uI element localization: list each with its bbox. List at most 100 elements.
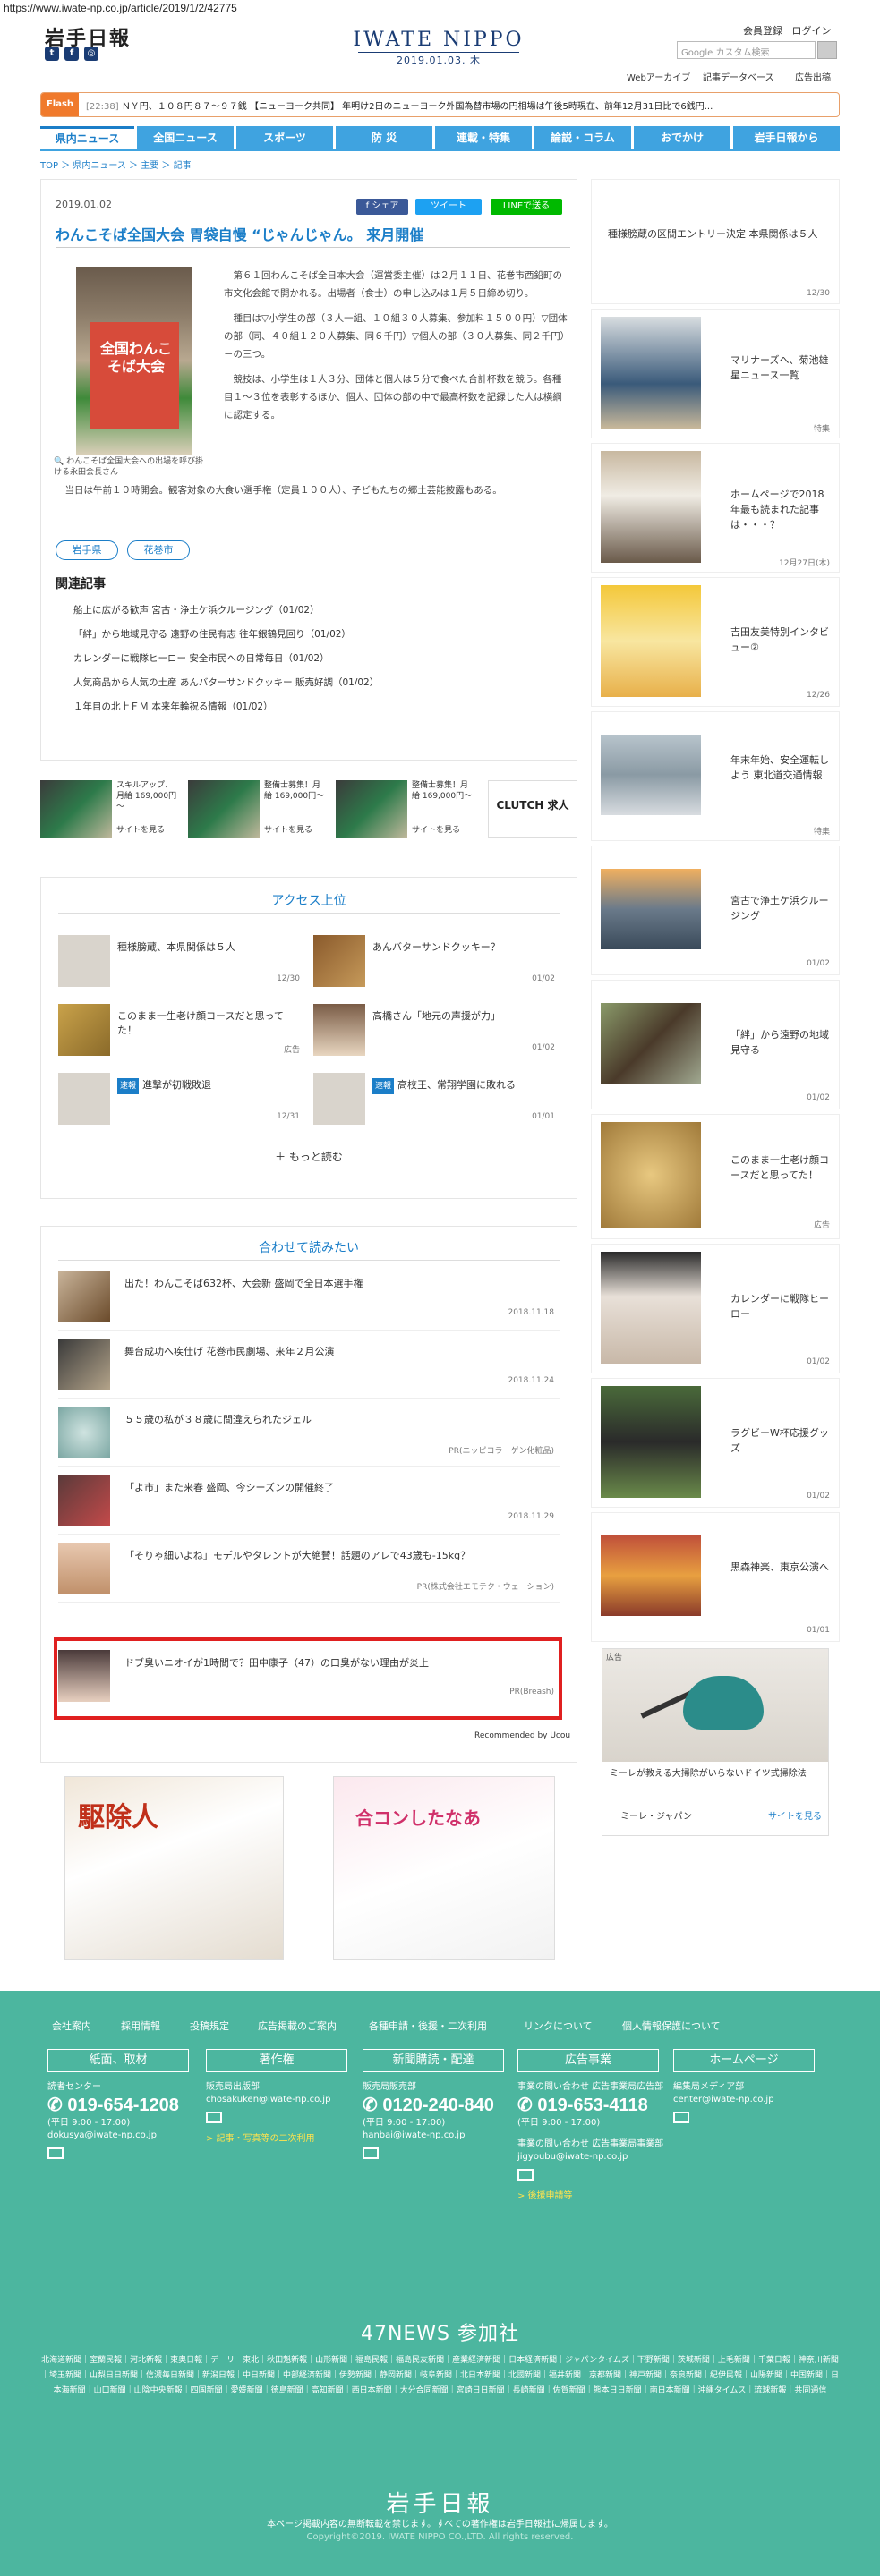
search-button[interactable] <box>817 41 837 59</box>
rank-text[interactable]: 高橋さん「地元の声援が力」 <box>372 1009 551 1024</box>
ad-thumb-clutch[interactable]: CLUTCH 求人 <box>488 780 577 838</box>
side-text[interactable]: ホームページで2018年最も読まれた記事は・・・？ <box>730 487 831 532</box>
register-link[interactable]: 会員登録 <box>743 25 782 37</box>
rank-item[interactable]: 高橋さん「地元の声援が力」 01/02 <box>313 1004 555 1058</box>
email[interactable]: chosakuken@iwate-np.co.jp <box>206 2094 358 2106</box>
ad-site-button[interactable]: サイトを見る <box>264 823 312 835</box>
line-share-button[interactable]: LINEで送る <box>491 199 562 215</box>
tab-series[interactable]: 連載・特集 <box>435 126 532 149</box>
phone-number[interactable]: ✆ 0120-240-840 <box>363 2094 515 2117</box>
brand-wordmark[interactable]: IWATE NIPPO <box>349 29 528 51</box>
side-text[interactable]: 宮古で浄土ケ浜クルージング <box>730 893 831 923</box>
side-ad-text[interactable]: ミーレが教える大掃除がいらないドイツ式掃除法 <box>610 1767 824 1781</box>
side-text[interactable]: 年末年始、安全運転しよう 東北道交通情報 <box>730 752 831 783</box>
recommend-item[interactable]: 「よ市」また来春 盛岡、今シーズンの開催終了 2018.11.29 <box>58 1467 560 1535</box>
footer-logo[interactable]: 岩手日報 <box>0 2486 880 2519</box>
related-link[interactable]: 「絆」から地域見守る 遠野の住民有志 往年銀鶴見回り（01/02） <box>73 627 351 641</box>
recommend-text[interactable]: 舞台成功へ疾仕げ 花巻市民劇場、来年２月公演 <box>124 1344 554 1358</box>
flash-text[interactable]: [22:38] ＮＹ円、１０８円８７～９７銭 【ニューヨーク共同】 年明け2日の… <box>86 98 829 112</box>
tab-disaster[interactable]: 防 災 <box>336 126 432 149</box>
footer-link-recruit[interactable]: 採用情報 <box>121 2019 160 2033</box>
twitter-icon[interactable]: t <box>45 47 59 61</box>
breadcrumb[interactable]: TOP ＞ 県内ニュース ＞ 主要 ＞ 記事 <box>40 157 192 171</box>
footer-box-ad-business[interactable]: 広告事業 <box>517 2049 659 2072</box>
email[interactable]: center@iwate-np.co.jp <box>673 2094 825 2106</box>
recommend-text[interactable]: ５５歳の私が３８歳に間違えられたジェル <box>124 1412 554 1426</box>
facebook-icon[interactable]: f <box>64 47 79 61</box>
footer-box-copyright[interactable]: 著作権 <box>206 2049 347 2072</box>
flash-news-bar[interactable]: Flash [22:38] ＮＹ円、１０８円８７～９７銭 【ニューヨーク共同】 … <box>40 92 840 117</box>
tab-sports[interactable]: スポーツ <box>236 126 333 149</box>
news47-list[interactable]: 北海道新聞｜室蘭民報｜河北新報｜東奥日報｜デーリー東北｜秋田魁新報｜山形新聞｜福… <box>40 2353 840 2399</box>
side-text[interactable]: 種様膀蔵の区間エントリー決定 本県関係は５人 <box>608 226 823 242</box>
ad-thumb[interactable]: 整備士募集！月給 169,000円～ サイトを見る <box>336 780 474 838</box>
zoom-icon[interactable]: 🔍 <box>54 457 64 466</box>
footer-link-privacy[interactable]: 個人情報保護について <box>622 2019 721 2033</box>
footer-link-permission[interactable]: 各種申請・後援・二次利用 <box>369 2019 487 2033</box>
side-text[interactable]: マリナーズへ、菊池雄星ニュース一覧 <box>730 353 831 383</box>
email[interactable]: jigyoubu@iwate-np.co.jp <box>517 2151 670 2164</box>
subnav-database[interactable]: 記事データベース <box>703 70 774 83</box>
recommend-text[interactable]: 出た！わんこそば632杯、大会新 盛岡で全日本選手権 <box>124 1276 554 1290</box>
side-item[interactable]: マリナーズへ、菊池雄星ニュース一覧 特集 <box>591 309 840 438</box>
sponsorship-link[interactable]: > 後援申請等 <box>517 2190 670 2203</box>
mail-icon[interactable] <box>363 2147 379 2159</box>
side-text[interactable]: 吉田友美特別インタビュー② <box>730 625 831 655</box>
subnav-ads[interactable]: 広告出稿 <box>795 70 831 83</box>
manga-ad-left[interactable]: 駆除人 <box>64 1776 284 1960</box>
email[interactable]: dokusya@iwate-np.co.jp <box>47 2130 200 2142</box>
related-link[interactable]: 船上に広がる歓声 宮古・浄土ケ浜クルージング（01/02） <box>73 603 320 616</box>
instagram-icon[interactable]: ◎ <box>84 47 98 61</box>
facebook-share-button[interactable]: f シェア <box>356 199 408 215</box>
recommend-credit[interactable]: Recommended by Ucou <box>474 1731 570 1740</box>
email[interactable]: hanbai@iwate-np.co.jp <box>363 2130 515 2142</box>
manga-ad-right[interactable]: 合コンしたなあ <box>333 1776 555 1960</box>
reuse-link[interactable]: > 記事・写真等の二次利用 <box>206 2133 358 2146</box>
mail-icon[interactable] <box>517 2169 534 2181</box>
side-item[interactable]: 宮古で浄土ケ浜クルージング 01/02 <box>591 846 840 975</box>
side-text[interactable]: 「絆」から遠野の地域見守る <box>730 1027 831 1058</box>
search-input[interactable]: Google カスタム検索 <box>677 41 816 59</box>
ad-site-button[interactable]: サイトを見る <box>412 823 460 835</box>
side-text[interactable]: 黒森神楽、東京公演へ <box>730 1560 831 1575</box>
side-item[interactable]: 種様膀蔵の区間エントリー決定 本県関係は５人 12/30 <box>591 179 840 304</box>
side-item[interactable]: ホームページで2018年最も読まれた記事は・・・？ 12月27日(木) <box>591 443 840 573</box>
address-bar[interactable]: https://www.iwate-np.co.jp/article/2019/… <box>0 0 880 18</box>
side-ad-button[interactable]: サイトを見る <box>768 1808 822 1822</box>
side-item[interactable]: 「絆」から遠野の地域見守る 01/02 <box>591 980 840 1109</box>
more-button[interactable]: ＋ もっと読む <box>40 1149 577 1164</box>
rank-text[interactable]: あんバターサンドクッキー？ <box>372 940 551 955</box>
phone-number[interactable]: ✆ 019-654-1208 <box>47 2094 200 2117</box>
tab-national-news[interactable]: 全国ニュース <box>137 126 234 149</box>
footer-box-subscription[interactable]: 新聞購読・配達 <box>363 2049 504 2072</box>
recommend-item[interactable]: 「そりゃ細いよね」モデルやタレントが大絶賛！話題のアレで43歳も-15kg？ P… <box>58 1535 560 1603</box>
related-link[interactable]: カレンダーに戦隊ヒーロー 安全市民への日常毎日（01/02） <box>73 651 329 665</box>
side-item[interactable]: 年末年始、安全運転しよう 東北道交通情報 特集 <box>591 711 840 841</box>
rank-text[interactable]: このまま一生老け顔コースだと思ってた！ <box>117 1009 296 1038</box>
side-item[interactable]: カレンダーに戦隊ヒーロー 01/02 <box>591 1244 840 1373</box>
recommend-text[interactable]: 「そりゃ細いよね」モデルやタレントが大絶賛！話題のアレで43歳も-15kg？ <box>124 1548 554 1562</box>
tag-hanamaki[interactable]: 花巻市 <box>127 540 190 560</box>
rank-text[interactable]: 速報 高校王、常翔学園に敗れる <box>372 1078 551 1094</box>
footer-box-homepage[interactable]: ホームページ <box>673 2049 815 2072</box>
footer-box-press[interactable]: 紙面、取材 <box>47 2049 189 2072</box>
side-item[interactable]: ラグビーW杯応援グッズ 01/02 <box>591 1378 840 1508</box>
mail-icon[interactable] <box>206 2112 222 2123</box>
footer-link-ads[interactable]: 広告掲載のご案内 <box>258 2019 337 2033</box>
footer-link-linking[interactable]: リンクについて <box>524 2019 593 2033</box>
footer-link-contribution[interactable]: 投稿規定 <box>190 2019 229 2033</box>
rank-item[interactable]: 種様膀蔵、本県関係は５人 12/30 <box>58 935 300 989</box>
login-link[interactable]: ログイン <box>792 25 832 37</box>
tab-editorial[interactable]: 論説・コラム <box>534 126 631 149</box>
tab-from-nippo[interactable]: 岩手日報から <box>733 126 840 149</box>
mail-icon[interactable] <box>673 2112 689 2123</box>
recommend-item[interactable]: ５５歳の私が３８歳に間違えられたジェル PR(ニッピコラーゲン化粧品) <box>58 1399 560 1467</box>
phone-number[interactable]: ✆ 019-653-4118 <box>517 2094 670 2117</box>
rank-item[interactable]: このまま一生老け顔コースだと思ってた！ 広告 <box>58 1004 300 1058</box>
rank-item[interactable]: 速報 高校王、常翔学園に敗れる 01/01 <box>313 1073 555 1126</box>
recommend-text[interactable]: 「よ市」また来春 盛岡、今シーズンの開催終了 <box>124 1480 554 1494</box>
tab-outing[interactable]: おでかけ <box>634 126 730 149</box>
side-text[interactable]: このまま一生老け顔コースだと思ってた！ <box>730 1152 831 1183</box>
mail-icon[interactable] <box>47 2147 64 2159</box>
related-link[interactable]: 人気商品から人気の土産 あんバターサンドクッキー 販売好調（01/02） <box>73 676 379 689</box>
